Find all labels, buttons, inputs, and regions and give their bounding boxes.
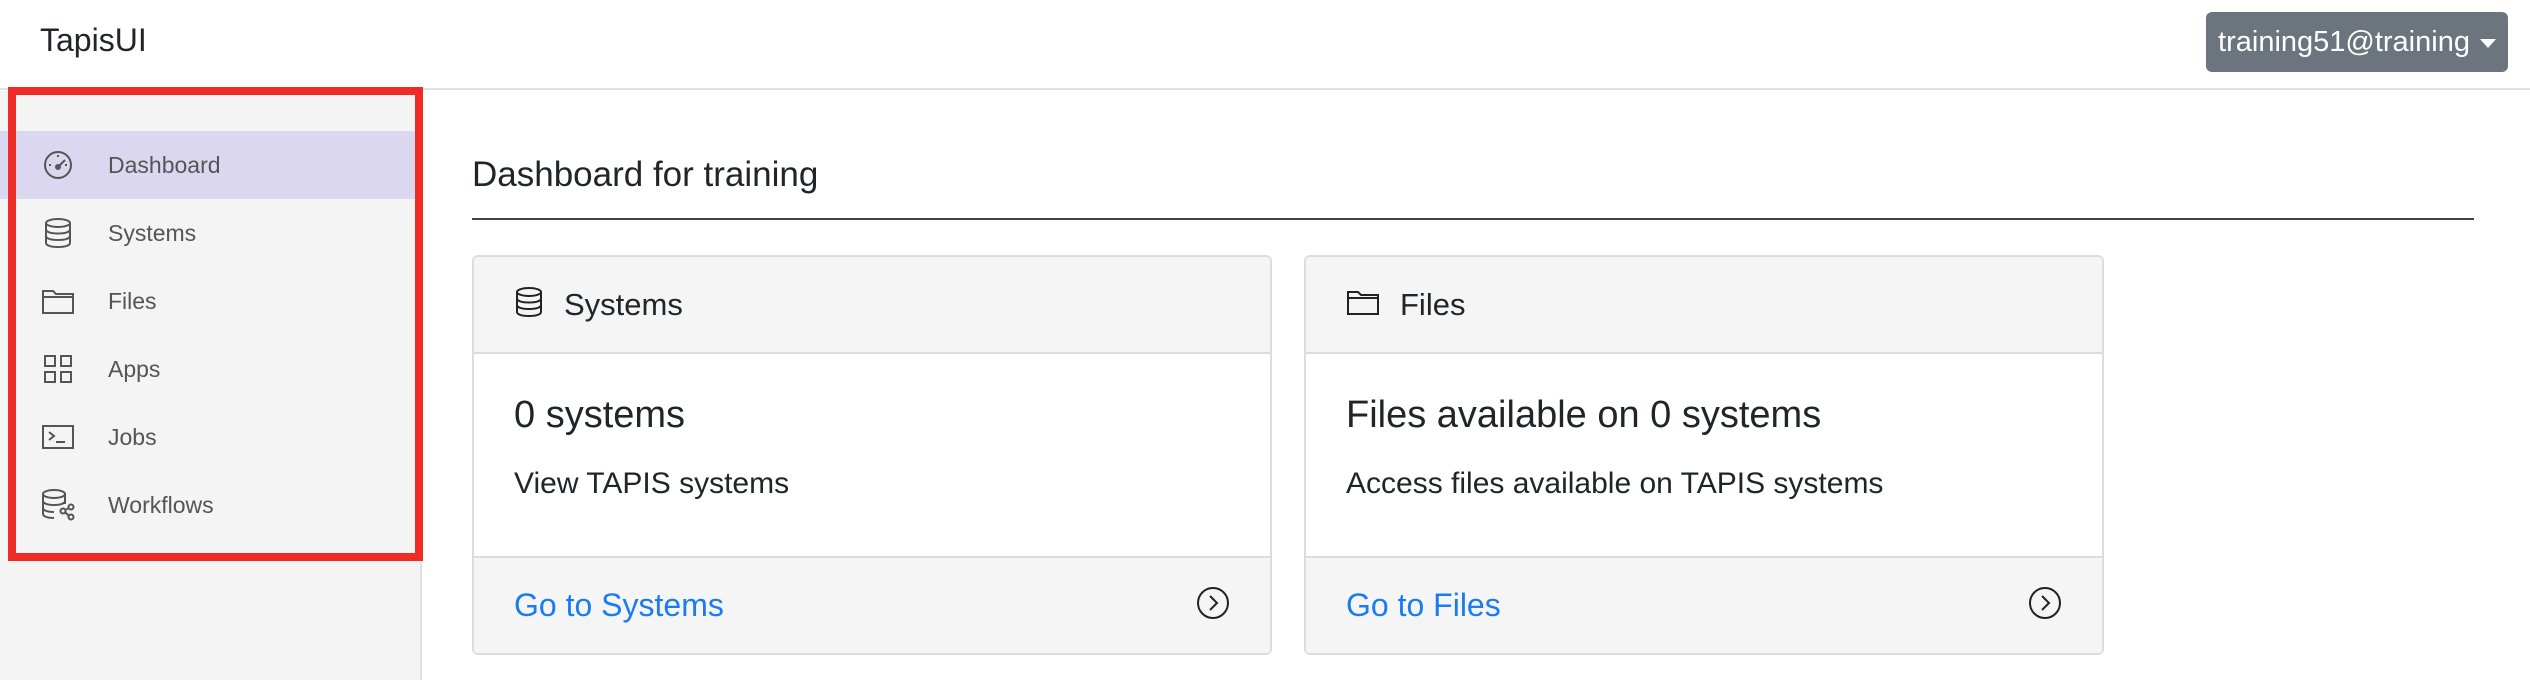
sidebar-item-systems[interactable]: Systems bbox=[0, 199, 420, 267]
card-footer: Go to Files bbox=[1306, 556, 2102, 653]
sidebar-item-workflows[interactable]: Workflows bbox=[0, 471, 420, 539]
database-icon bbox=[40, 217, 76, 249]
card-header: Files bbox=[1306, 257, 2102, 354]
sidebar-item-label: Systems bbox=[108, 219, 197, 246]
folder-icon bbox=[40, 285, 76, 317]
go-to-files-link[interactable]: Go to Files bbox=[1346, 587, 1501, 624]
sidebar-item-label: Dashboard bbox=[108, 151, 221, 178]
sidebar-item-label: Apps bbox=[108, 355, 161, 382]
user-menu-label: training51@training bbox=[2218, 25, 2470, 58]
card-title: Files bbox=[1400, 286, 1466, 322]
database-network-icon bbox=[40, 489, 76, 521]
sidebar-item-dashboard[interactable]: Dashboard bbox=[0, 131, 420, 199]
page-title: Dashboard for training bbox=[472, 155, 819, 194]
card-description: Access files available on TAPIS systems bbox=[1346, 467, 1884, 500]
go-to-systems-link[interactable]: Go to Systems bbox=[514, 587, 724, 624]
folder-icon bbox=[1346, 288, 1380, 321]
sidebar-item-files[interactable]: Files bbox=[0, 267, 420, 335]
caret-down-icon bbox=[2479, 38, 2496, 48]
title-divider bbox=[472, 218, 2474, 220]
brand-logo-text[interactable]: TapisUI bbox=[40, 22, 147, 59]
card-footer: Go to Systems bbox=[474, 556, 1270, 653]
card-title: Systems bbox=[564, 286, 683, 322]
terminal-icon bbox=[40, 421, 76, 453]
files-card: Files Files available on 0 systems Acces… bbox=[1304, 255, 2104, 655]
grid-icon bbox=[40, 353, 76, 385]
card-body: Files available on 0 systems Access file… bbox=[1306, 354, 2102, 556]
sidebar-item-apps[interactable]: Apps bbox=[0, 335, 420, 403]
sidebar-item-label: Workflows bbox=[108, 491, 214, 518]
card-body: 0 systems View TAPIS systems bbox=[474, 354, 1270, 556]
dashboard-gauge-icon bbox=[40, 149, 76, 181]
user-menu-dropdown[interactable]: training51@training bbox=[2206, 12, 2508, 72]
files-count: Files available on 0 systems bbox=[1346, 394, 1822, 436]
card-description: View TAPIS systems bbox=[514, 467, 790, 500]
systems-card: Systems 0 systems View TAPIS systems Go … bbox=[472, 255, 1272, 655]
card-header: Systems bbox=[474, 257, 1270, 354]
database-icon bbox=[514, 286, 544, 323]
sidebar-item-label: Jobs bbox=[108, 423, 157, 450]
sidebar: Dashboard Systems Files Apps Jobs Workfl… bbox=[0, 91, 422, 680]
top-navbar: TapisUI training51@training bbox=[0, 0, 2530, 90]
sidebar-item-jobs[interactable]: Jobs bbox=[0, 403, 420, 471]
arrow-right-circle-icon[interactable] bbox=[1196, 586, 1230, 625]
systems-count: 0 systems bbox=[514, 394, 686, 436]
sidebar-item-label: Files bbox=[108, 287, 157, 314]
arrow-right-circle-icon[interactable] bbox=[2028, 586, 2062, 625]
